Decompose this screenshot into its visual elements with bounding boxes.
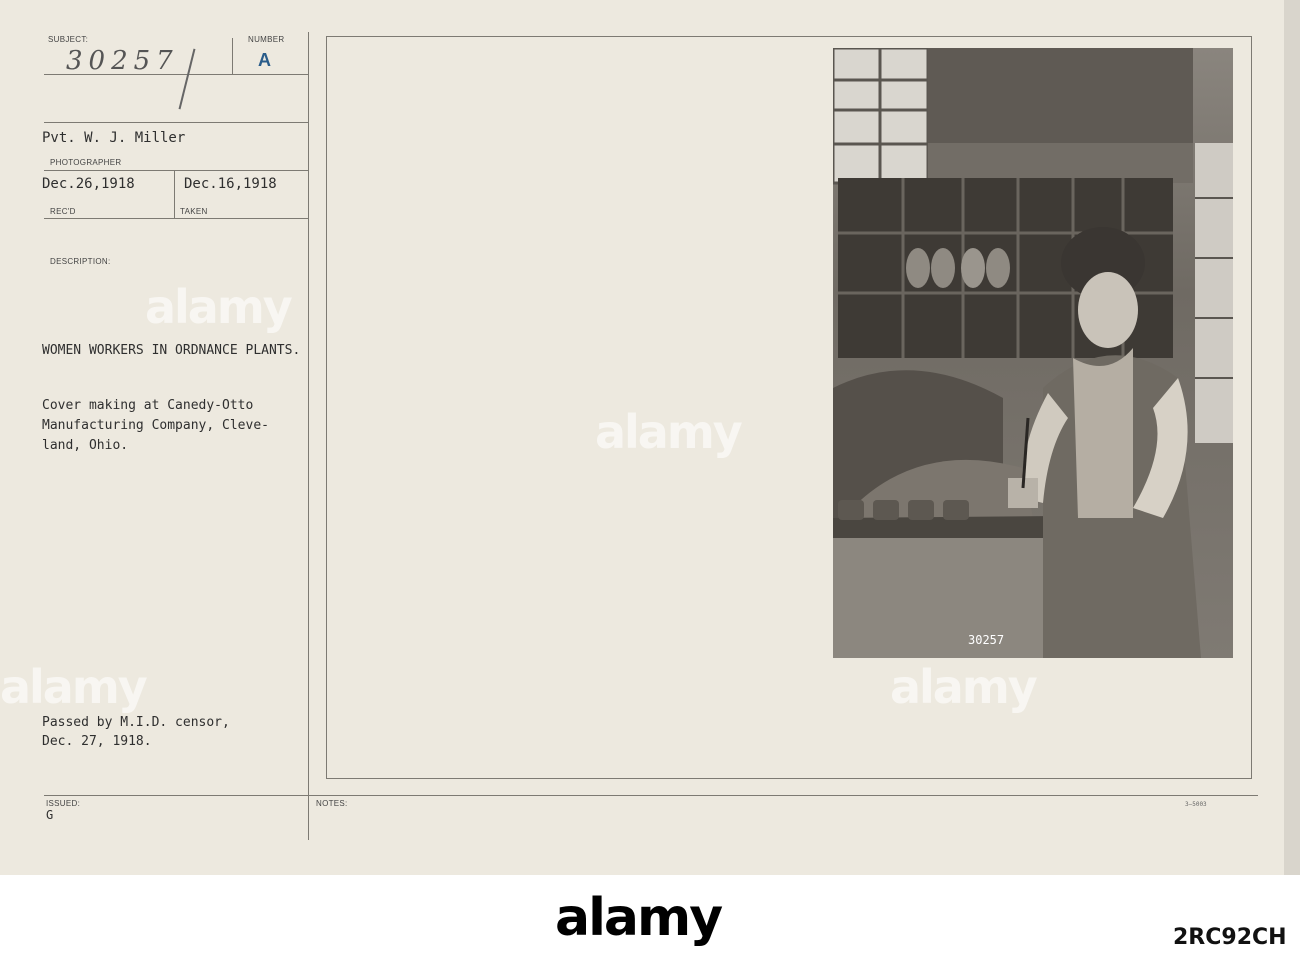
subject-label: SUBJECT:: [48, 35, 89, 44]
footer-logo: alamy: [555, 888, 723, 948]
number-value: A: [258, 50, 271, 70]
description-label: DESCRIPTION:: [50, 257, 111, 266]
photographer-name: Pvt. W. J. Miller: [42, 130, 186, 146]
archive-card: SUBJECT: 30257 NUMBER A Pvt. W. J. Mille…: [0, 0, 1284, 875]
rule-dates: [44, 218, 308, 219]
rule-photographer: [44, 170, 308, 171]
left-column-divider: [308, 32, 309, 840]
photographer-label: PHOTOGRAPHER: [50, 158, 122, 167]
description-line-3: land, Ohio.: [42, 438, 129, 453]
watermark-4: alamy: [890, 660, 1038, 714]
watermark-3: alamy: [0, 660, 148, 714]
watermark-1: alamy: [145, 280, 293, 334]
description-line-1: Cover making at Canedy-Otto: [42, 398, 254, 413]
photograph: 30257: [833, 48, 1233, 658]
recd-label: REC'D: [50, 207, 76, 216]
frame-top: [326, 36, 1252, 37]
rule-top-right: [44, 122, 308, 123]
subject-number-divider: [232, 38, 233, 74]
rule-issued: [44, 795, 1258, 796]
description-title: WOMEN WORKERS IN ORDNANCE PLANTS.: [42, 343, 301, 358]
frame-bottom: [326, 778, 1252, 779]
negative-number: 30257: [968, 633, 1005, 647]
censor-line-1: Passed by M.I.D. censor,: [42, 715, 230, 730]
censor-line-2: Dec. 27, 1918.: [42, 734, 152, 749]
watermark-2: alamy: [595, 405, 743, 459]
footer-image-id: 2RC92CH: [1173, 925, 1287, 950]
right-edge: [1284, 0, 1300, 875]
subject-number: 30257: [66, 46, 179, 76]
frame-left: [326, 36, 327, 779]
photo-illustration: [833, 48, 1233, 658]
subject-pen-stroke: [178, 48, 196, 110]
taken-label: TAKEN: [180, 207, 208, 216]
number-label: NUMBER: [248, 35, 285, 44]
taken-date: Dec.16,1918: [184, 176, 277, 192]
description-line-2: Manufacturing Company, Cleve-: [42, 418, 269, 433]
recd-taken-divider: [174, 170, 175, 218]
frame-right: [1251, 36, 1252, 779]
issued-label: ISSUED:: [46, 799, 81, 808]
issued-value: G: [46, 808, 54, 822]
form-code: 3—5003: [1185, 801, 1207, 808]
notes-label: NOTES:: [316, 799, 348, 808]
recd-date: Dec.26,1918: [42, 176, 135, 192]
